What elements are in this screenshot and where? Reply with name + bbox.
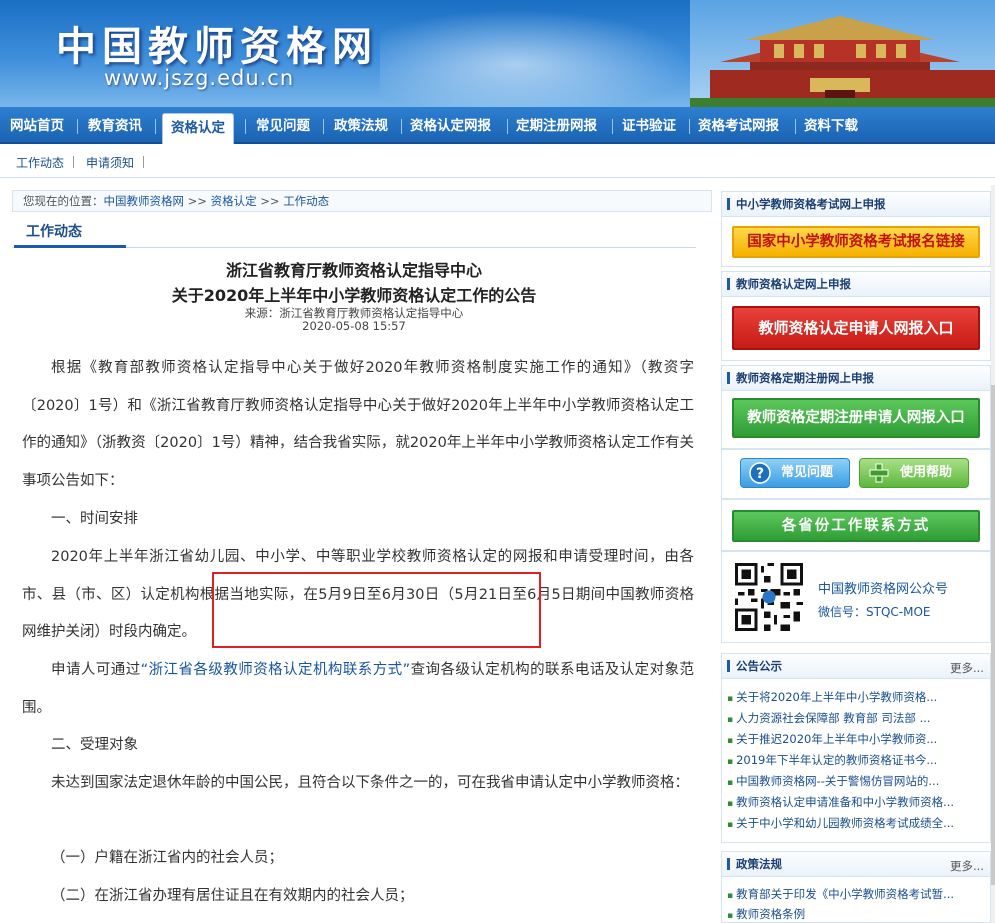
sidebar-box-cert: 教师资格认定申请人网报入口	[721, 297, 991, 361]
notice-item[interactable]: 教师资格认定申请准备和中小学教师资格...	[727, 794, 967, 810]
exam-registration-button[interactable]: 国家中小学教师资格考试报名链接	[732, 226, 980, 258]
contacts-text-before: 申请人可通过	[51, 662, 141, 678]
scrollbar-thumb[interactable]	[991, 385, 995, 885]
policy-item[interactable]: 教师资格条例	[727, 906, 967, 922]
article-paragraph-intro: 根据《教育部教师资格认定指导中心关于做好2020年教师资格制度实施工作的通知》（…	[22, 360, 694, 489]
wechat-qr-code-icon	[735, 563, 803, 631]
breadcrumb-link-certification[interactable]: 资格认定	[211, 194, 257, 208]
site-header-banner: 中国教师资格网 www.jszg.edu.cn	[0, 0, 995, 107]
registration-application-button[interactable]: 教师资格定期注册申请人网报入口	[732, 398, 980, 438]
breadcrumb-separator: >>	[260, 194, 280, 208]
article-heading-schedule: 一、时间安排	[51, 511, 138, 527]
nav-divider	[507, 119, 508, 134]
article-heading-applicants: 二、受理对象	[51, 737, 138, 753]
nav-divider	[401, 119, 402, 134]
nav-item-faq[interactable]: 常见问题	[256, 115, 310, 137]
subnav-item-work-news[interactable]: 工作动态	[16, 154, 64, 171]
sidebar-box-exam: 国家中小学教师资格考试报名链接	[721, 217, 991, 267]
nav-item-downloads[interactable]: 资料下载	[804, 115, 858, 137]
red-highlight-annotation	[212, 572, 541, 648]
subnav-divider	[143, 156, 144, 168]
tiananmen-gate-illustration	[690, 0, 995, 107]
site-logo-title[interactable]: 中国教师资格网	[56, 14, 378, 72]
faq-button-label: 常见问题	[781, 465, 834, 480]
plus-icon	[869, 463, 889, 483]
nav-divider	[77, 119, 78, 134]
notice-item[interactable]: 关于将2020年上半年中小学教师资格...	[727, 689, 967, 705]
notice-item[interactable]: 人力资源社会保障部 教育部 司法部 ...	[727, 710, 967, 726]
svg-text:?: ?	[756, 466, 764, 482]
policy-more-link[interactable]: 更多...	[950, 858, 984, 874]
subnav-divider	[73, 156, 74, 168]
article-title-line2: 关于2020年上半年中小学教师资格认定工作的公告	[171, 286, 537, 305]
breadcrumb-link-home[interactable]: 中国教师资格网	[104, 194, 185, 208]
site-url: www.jszg.edu.cn	[104, 66, 295, 90]
article-paragraph-eligibility: 未达到国家法定退休年龄的中国公民，且符合以下条件之一的，可在我省申请认定中小学教…	[51, 775, 689, 791]
page-scrollbar[interactable]	[991, 185, 995, 923]
breadcrumb-link-work-news[interactable]: 工作动态	[283, 194, 329, 208]
sidebar-head-cert: 教师资格认定网上申报	[721, 271, 991, 297]
policy-item[interactable]: 教育部关于印发《中小学教师资格考试暂...	[727, 886, 967, 902]
help-button[interactable]: 使用帮助	[859, 458, 969, 488]
nav-divider	[689, 119, 690, 134]
contacts-link[interactable]: “浙江省各级教师资格认定机构联系方式”	[141, 662, 410, 678]
section-header: 工作动态	[12, 218, 696, 248]
nav-item-policy[interactable]: 政策法规	[334, 115, 388, 137]
nav-item-cert-online[interactable]: 资格认定网报	[410, 115, 491, 137]
nav-divider	[323, 119, 324, 134]
province-contacts-button[interactable]: 各省份工作联系方式	[732, 510, 980, 542]
article-item-2: （二）在浙江省办理有居住证且在有效期内的社会人员；	[51, 888, 414, 904]
breadcrumb-prefix: 您现在的位置：	[23, 194, 104, 208]
nav-divider	[155, 119, 156, 134]
notices-more-link[interactable]: 更多...	[950, 660, 984, 676]
faq-button[interactable]: ? 常见问题	[740, 458, 850, 488]
sidebar-box-help: ? 常见问题 使用帮助	[721, 449, 991, 499]
article-date: 2020-05-08 15:57	[302, 319, 406, 333]
article-paragraph-contacts: 申请人可通过“浙江省各级教师资格认定机构联系方式”查询各级认定机构的联系电话及认…	[22, 652, 694, 727]
wechat-account-title: 中国教师资格网公众号	[818, 582, 949, 597]
notice-item[interactable]: 关于推迟2020年上半年中小学教师资...	[727, 731, 967, 747]
nav-item-cert-verify[interactable]: 证书验证	[622, 115, 676, 137]
sidebar-head-registration: 教师资格定期注册网上申报	[721, 365, 991, 391]
help-button-label: 使用帮助	[900, 465, 953, 480]
notice-item[interactable]: 2019年下半年认定的教师资格证书今...	[727, 752, 967, 768]
notice-item[interactable]: 中国教师资格网--关于警惕仿冒网站的...	[727, 773, 967, 789]
nav-item-certification[interactable]: 资格认定	[162, 113, 234, 144]
section-tab-work-news: 工作动态	[14, 218, 126, 248]
nav-item-home[interactable]: 网站首页	[10, 115, 64, 137]
cloud-decoration	[380, 0, 720, 107]
nav-divider	[245, 119, 246, 134]
sub-nav: 工作动态 申请须知	[0, 144, 995, 178]
sidebar-head-exam: 中小学教师资格考试网上申报	[721, 191, 991, 217]
article-item-1: （一）户籍在浙江省内的社会人员；	[51, 850, 283, 866]
nav-item-news[interactable]: 教育资讯	[88, 115, 142, 137]
sidebar-box-contacts: 各省份工作联系方式	[721, 499, 991, 551]
nav-item-registration-online[interactable]: 定期注册网报	[516, 115, 597, 137]
question-mark-icon: ?	[749, 462, 771, 484]
breadcrumb: 您现在的位置：中国教师资格网 >> 资格认定 >> 工作动态	[12, 190, 712, 212]
wechat-account-id: 微信号：STQC-MOE	[818, 605, 931, 619]
cert-application-button[interactable]: 教师资格认定申请人网报入口	[732, 306, 980, 350]
breadcrumb-separator: >>	[187, 194, 207, 208]
main-nav: 网站首页 教育资讯 资格认定 常见问题 政策法规 资格认定网报 定期注册网报 证…	[0, 107, 995, 144]
sidebar-box-registration: 教师资格定期注册申请人网报入口	[721, 391, 991, 449]
notice-item[interactable]: 关于中小学和幼儿园教师资格考试成绩全...	[727, 815, 967, 831]
subnav-item-application-notes[interactable]: 申请须知	[86, 154, 134, 171]
nav-divider	[612, 119, 613, 134]
nav-divider	[795, 119, 796, 134]
article-title-line1: 浙江省教育厅教师资格认定指导中心	[225, 261, 482, 280]
nav-item-exam-online[interactable]: 资格考试网报	[698, 115, 779, 137]
